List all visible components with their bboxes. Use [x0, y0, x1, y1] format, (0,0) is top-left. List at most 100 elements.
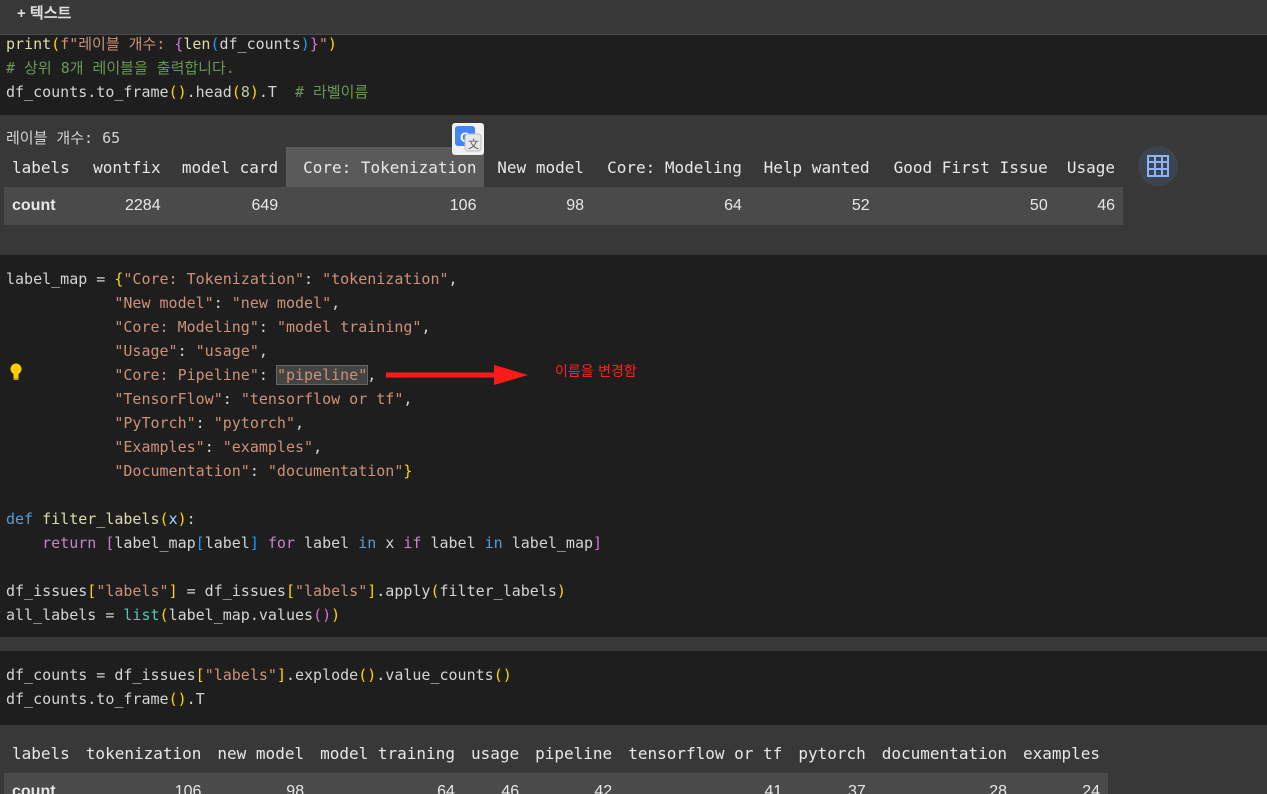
code-token: :: [258, 318, 277, 336]
code-line[interactable]: "Core: Pipeline": "pipeline",: [6, 363, 376, 387]
code-cell-1[interactable]: print(f"레이블 개수: {len(df_counts)}") # 상위 8…: [0, 35, 1267, 115]
code-line[interactable]: return [label_map[label] for label in x …: [6, 531, 602, 555]
table-cell: 2284: [125, 197, 161, 214]
code-token: "labels": [295, 582, 368, 600]
code-token: "labels": [204, 666, 277, 684]
code-token: ): [300, 35, 310, 53]
code-line[interactable]: # 상위 8개 레이블을 출력합니다.: [6, 56, 235, 80]
table-view-icon[interactable]: [1138, 146, 1178, 186]
label-count-text: 레이블 개수: 65: [6, 129, 121, 147]
table-column-header: tensorflow or tf: [628, 743, 783, 763]
table-cell: 649: [251, 197, 279, 214]
code-token: label_map: [114, 534, 196, 552]
table-cell: 64: [724, 197, 742, 214]
code-line[interactable]: df_counts.to_frame().head(8).T # 라벨이름: [6, 80, 368, 104]
code-token: in: [349, 534, 386, 552]
table-cell: 24: [1082, 783, 1101, 794]
table-cell: 106: [449, 197, 477, 214]
code-token: "Core: Tokenization": [123, 270, 305, 288]
table-column-header: pytorch: [798, 743, 866, 763]
code-token: (): [358, 666, 377, 684]
code-token: x: [168, 510, 178, 528]
code-line[interactable]: "Examples": "examples",: [6, 435, 322, 459]
code-line[interactable]: df_counts.to_frame().T: [6, 687, 205, 711]
code-token: "usage": [195, 342, 259, 360]
table-cell: 50: [1029, 197, 1048, 214]
code-token: label_map.values: [168, 606, 314, 624]
output-area-1: 레이블 개수: 65 labels wontfix model card Core: …: [0, 115, 1267, 255]
code-token: ): [249, 83, 259, 101]
code-token: .T: [186, 690, 205, 708]
code-token: :: [204, 438, 223, 456]
code-line[interactable]: "New model": "new model",: [6, 291, 340, 315]
code-line[interactable]: def filter_labels(x):: [6, 507, 196, 531]
table-cell: 106: [174, 783, 202, 794]
table-cell: 46: [1097, 197, 1115, 214]
code-line[interactable]: df_issues["labels"] = df_issues["labels"…: [6, 579, 566, 603]
table-cell: 98: [286, 783, 305, 794]
code-token: "examples": [222, 438, 314, 456]
code-token: x: [385, 534, 395, 552]
code-line[interactable]: "Usage": "usage",: [6, 339, 268, 363]
code-token: label: [430, 534, 476, 552]
code-token: [: [195, 534, 205, 552]
table-column-header: Help wanted: [763, 157, 870, 177]
table-column-header: documentation: [881, 743, 1007, 763]
code-token: ,: [313, 438, 323, 456]
code-line[interactable]: print(f"레이블 개수: {len(df_counts)}"): [6, 32, 337, 56]
table-row-header: count: [12, 783, 56, 794]
code-token: ]: [367, 582, 377, 600]
toolbar: [0, 0, 1267, 35]
code-token: "pipeline": [275, 365, 369, 385]
code-token: (): [168, 83, 187, 101]
code-token: = df_issues: [177, 582, 286, 600]
code-token: ): [177, 510, 187, 528]
annotation-text: 이름을 변경함: [555, 364, 637, 380]
code-token: "Core: Modeling": [114, 318, 259, 336]
code-line[interactable]: "TensorFlow": "tensorflow or tf",: [6, 387, 412, 411]
code-token: .value_counts: [376, 666, 494, 684]
code-token: df_counts = df_issues: [6, 666, 196, 684]
code-token: "labels": [96, 582, 169, 600]
code-token: all_labels =: [6, 606, 124, 624]
code-token: ,: [403, 390, 413, 408]
code-token: "Usage": [114, 342, 178, 360]
code-cell-3[interactable]: df_counts = df_issues["labels"].explode(…: [0, 651, 1267, 725]
code-token: "tensorflow or tf": [240, 390, 404, 408]
code-token: "tokenization": [322, 270, 449, 288]
code-token: ): [327, 35, 337, 53]
code-line[interactable]: "Documentation": "documentation"}: [6, 459, 412, 483]
code-token: ,: [448, 270, 458, 288]
code-token: (: [159, 510, 169, 528]
code-token: print: [6, 35, 52, 53]
code-token: [: [87, 582, 97, 600]
code-token: (: [51, 35, 61, 53]
code-token: 8: [240, 83, 250, 101]
add-text-button[interactable]: + 텍스트: [17, 2, 71, 23]
cell-separator: [0, 637, 1267, 651]
code-token: list: [123, 606, 160, 624]
code-line[interactable]: label_map = {"Core: Tokenization": "toke…: [6, 267, 458, 291]
code-line[interactable]: "Core: Modeling": "model training",: [6, 315, 430, 339]
code-token: .head: [186, 83, 232, 101]
table-column-header: labels: [12, 157, 70, 177]
code-token: (): [493, 666, 512, 684]
code-cell-2[interactable]: label_map = {"Core: Tokenization": "toke…: [0, 255, 1267, 637]
code-token: .apply: [376, 582, 431, 600]
code-token: "model training": [276, 318, 422, 336]
code-token: :: [177, 342, 196, 360]
code-line[interactable]: df_counts = df_issues["labels"].explode(…: [6, 663, 512, 687]
code-token: label: [304, 534, 350, 552]
code-token: (): [168, 690, 187, 708]
code-token: len: [183, 35, 211, 53]
code-token: [: [285, 582, 295, 600]
lightbulb-icon[interactable]: [8, 363, 24, 385]
google-translate-icon[interactable]: G 文: [452, 123, 484, 155]
code-line[interactable]: all_labels = list(label_map.values()): [6, 603, 340, 627]
code-line[interactable]: "PyTorch": "pytorch",: [6, 411, 304, 435]
